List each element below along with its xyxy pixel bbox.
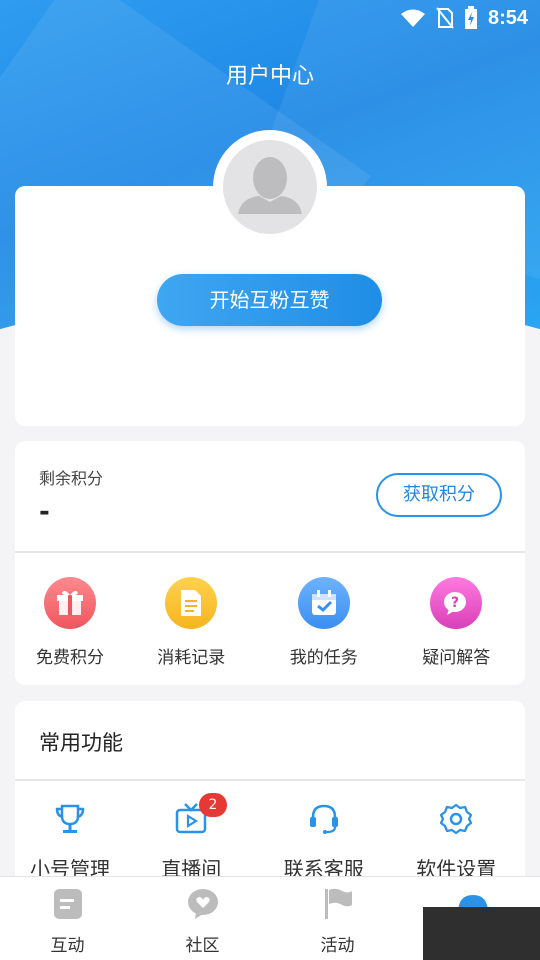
no-sim-icon: [436, 7, 454, 29]
trophy-icon: [50, 799, 90, 839]
faq-button[interactable]: ? 疑问解答: [390, 577, 523, 668]
contact-support-button[interactable]: 联系客服: [258, 799, 391, 882]
functions-grid: 小号管理 2 直播间 联系客服 软件设置: [15, 793, 525, 882]
software-settings-button[interactable]: 软件设置: [390, 799, 523, 882]
usage-record-button[interactable]: 消耗记录: [125, 577, 258, 668]
action-label: 疑问解答: [422, 648, 491, 668]
section-title: 常用功能: [39, 731, 123, 755]
gift-icon: [44, 577, 96, 629]
points-label: 剩余积分: [39, 469, 104, 488]
my-tasks-button[interactable]: 我的任务: [258, 577, 391, 668]
start-follow-button[interactable]: 开始互粉互赞: [157, 274, 382, 326]
document-icon: [165, 577, 218, 629]
points-actions: 免费积分 消耗记录 我的任务 ? 疑问解答: [15, 577, 525, 668]
svg-text:?: ?: [451, 595, 459, 611]
status-time: 8:54: [487, 6, 528, 29]
settings-icon: [436, 799, 476, 839]
status-bar: 8:54: [0, 0, 540, 36]
points-card: 剩余积分 - 获取积分 免费积分 消耗记录 我的任务 ? 疑问解答: [15, 441, 525, 685]
nav-community[interactable]: 社区: [135, 877, 270, 960]
user-silhouette-icon: [238, 157, 302, 214]
battery-charging-icon: [464, 6, 477, 29]
nav-label: 社区: [185, 936, 220, 956]
headset-icon: [304, 799, 344, 839]
common-functions-card: 常用功能 小号管理 2 直播间 联系客服 软件设置: [15, 701, 525, 901]
avatar[interactable]: [223, 140, 317, 234]
calendar-check-icon: [297, 577, 350, 629]
divider: [15, 779, 525, 781]
get-points-button[interactable]: 获取积分: [376, 473, 502, 517]
wifi-icon: [400, 9, 425, 27]
free-points-button[interactable]: 免费积分: [15, 577, 125, 668]
notification-badge: 2: [199, 793, 227, 817]
action-label: 消耗记录: [157, 648, 226, 668]
divider: [15, 551, 525, 553]
heart-chat-icon: [187, 889, 218, 919]
flag-icon: [324, 888, 352, 919]
action-label: 我的任务: [289, 648, 358, 668]
note-icon: [53, 889, 82, 919]
live-room-button[interactable]: 2 直播间: [125, 793, 258, 882]
nav-activity[interactable]: 活动: [270, 877, 405, 960]
points-value: -: [39, 497, 50, 527]
nav-label: 活动: [320, 936, 355, 956]
account-manage-button[interactable]: 小号管理: [15, 799, 125, 882]
nav-label: 互动: [50, 936, 85, 956]
nav-interact[interactable]: 互动: [0, 877, 135, 960]
action-label: 免费积分: [36, 648, 104, 668]
screen-overlay: [423, 907, 540, 960]
page-title: 用户中心: [225, 64, 314, 89]
question-chat-icon: ?: [430, 577, 483, 629]
